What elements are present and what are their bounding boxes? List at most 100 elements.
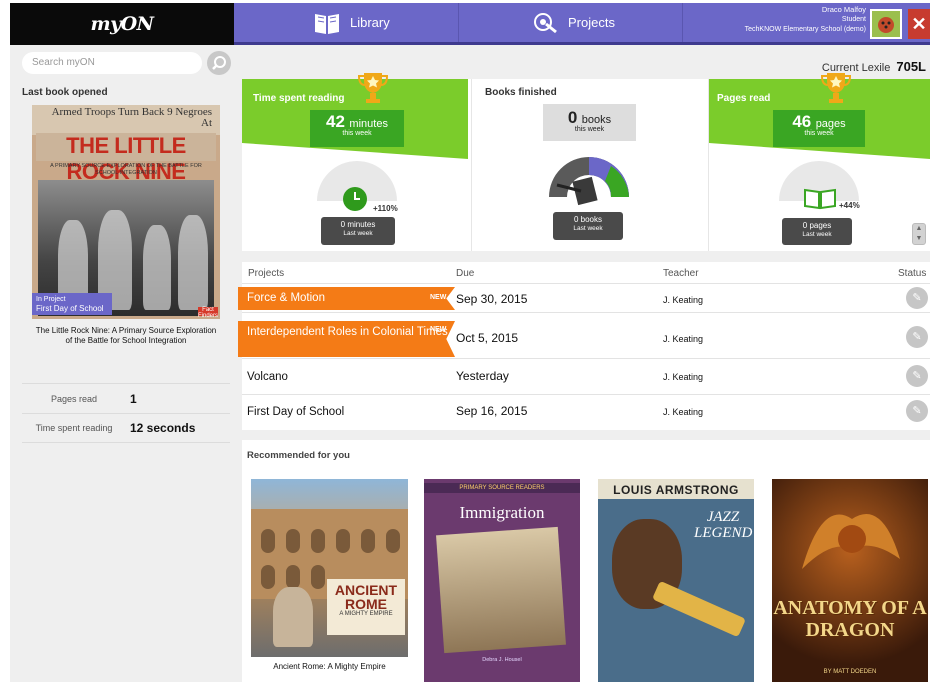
search-input[interactable]: Search myON [22, 52, 202, 74]
project-name: First Day of School [247, 406, 345, 418]
books-period: this week [574, 126, 605, 133]
books-panel-title: Books finished [485, 87, 557, 98]
cover-title: ANCIENT ROME [334, 582, 398, 612]
lexile-value: 705L [896, 59, 926, 74]
nav-tab-projects[interactable]: Projects [532, 3, 615, 42]
top-bar: myON Library Projects Draco Malfoy Stude… [0, 0, 930, 45]
projects-label: Projects [568, 15, 615, 30]
nav-divider [682, 3, 683, 42]
library-label: Library [350, 15, 390, 30]
nav-tab-library[interactable]: Library [312, 3, 390, 42]
publisher-badge: Fact Finders [198, 307, 219, 319]
project-due: Sep 16, 2015 [456, 404, 528, 418]
books-unit: books [581, 114, 612, 126]
project-teacher: J. Keating [663, 334, 704, 344]
books-gauge [549, 157, 629, 206]
scroll-handle[interactable]: ▲ ▼ [912, 223, 926, 245]
book-cover-immigration[interactable]: PRIMARY SOURCE READERS Immigration Debra… [424, 479, 580, 682]
book-cover-anatomy-dragon[interactable]: ANATOMY OF A DRAGON BY MATT DOEDEN [772, 479, 928, 682]
user-school: TechKNOW Elementary School (demo) [744, 26, 866, 33]
user-role: Student [841, 16, 866, 23]
in-project-label: In Project [36, 296, 66, 303]
trophy-icon [821, 73, 851, 103]
stat-label: Time spent reading [35, 423, 113, 433]
user-name: Draco Malfoy [821, 5, 866, 14]
last-book-heading: Last book opened [22, 87, 108, 98]
nav-divider [458, 3, 459, 42]
table-row[interactable]: Interdependent Roles in Colonial Times N… [238, 312, 930, 358]
time-last-week: 0 minutes Last week [321, 217, 395, 245]
cover-series: PRIMARY SOURCE READERS [424, 483, 580, 493]
table-row[interactable]: Volcano Yesterday J. Keating ✎ [242, 358, 930, 394]
col-projects: Projects [248, 268, 285, 279]
col-status: Status [898, 268, 927, 279]
projects-icon [532, 10, 560, 36]
stat-pages-read: Pages read 1 [22, 383, 230, 413]
cover-author: Debra J. Housel [482, 657, 522, 663]
books-last-period: Last week [573, 225, 603, 232]
pages-value: 46 [792, 112, 812, 131]
recommended-section: Recommended for you ANCIENT ROME A MIGHT… [242, 440, 930, 682]
pages-last-period: Last week [802, 231, 832, 238]
project-name: Force & Motion [238, 287, 455, 310]
col-teacher: Teacher [663, 268, 699, 279]
time-value: 42 [326, 112, 345, 131]
new-badge: NEW [430, 294, 447, 301]
pages-this-week: 46 pages this week [773, 110, 865, 147]
stat-label: Pages read [50, 393, 98, 404]
close-icon[interactable]: ✕ [908, 9, 930, 39]
cover-subtitle: A PRIMARY SOURCE EXPLORATION OF THE BATT… [50, 163, 202, 176]
in-project-name: First Day of School [36, 304, 104, 313]
cover-subtitle: JAZZ LEGEND [694, 509, 753, 541]
pencil-icon[interactable]: ✎ [906, 326, 928, 348]
cover-title: ANATOMY OF A DRAGON [773, 597, 927, 641]
book-cover-ancient-rome[interactable]: ANCIENT ROME A MIGHTY EMPIRE [251, 479, 408, 657]
cover-title: Immigration [459, 503, 545, 522]
project-due: Yesterday [456, 369, 509, 383]
time-spent-panel[interactable]: Time spent reading 42 minutes this week … [242, 73, 472, 251]
pages-panel-title: Pages read [717, 93, 771, 104]
time-last-period: Last week [343, 230, 373, 237]
time-panel-title: Time spent reading [253, 93, 345, 104]
cover-title: LOUIS ARMSTRONG [613, 483, 739, 497]
time-change: +110% [373, 204, 398, 213]
stat-value: 1 [130, 391, 137, 406]
book-cover-louis-armstrong[interactable]: LOUIS ARMSTRONG JAZZ LEGEND [598, 479, 754, 682]
books-this-week: 0 books this week [543, 104, 636, 141]
pages-period: this week [804, 130, 834, 137]
last-book-caption[interactable]: The Little Rock Nine: A Primary Source E… [32, 326, 220, 346]
myon-logo[interactable]: myON [10, 3, 234, 45]
cover-subtitle: A MIGHTY EMPIRE [339, 611, 393, 617]
search-button[interactable] [207, 51, 231, 75]
clock-icon [343, 187, 367, 211]
books-finished-panel[interactable]: Books finished 0 books this week 0 books… [472, 79, 709, 251]
book-caption[interactable]: Ancient Rome: A Mighty Empire [251, 662, 408, 671]
table-row[interactable]: First Day of School Sep 16, 2015 J. Keat… [242, 394, 930, 430]
pages-unit: pages [815, 118, 846, 130]
project-teacher: J. Keating [663, 372, 704, 382]
books-value: 0 [567, 108, 578, 127]
time-unit: minutes [349, 118, 388, 130]
avatar[interactable] [870, 9, 902, 39]
books-last-value: 0 books [573, 215, 603, 224]
books-last-week: 0 books Last week [553, 212, 623, 240]
pencil-icon[interactable]: ✎ [906, 400, 928, 422]
cover-newspaper-text: Armed Troops Turn Back 9 Negroes At [32, 105, 220, 135]
pencil-icon[interactable]: ✎ [906, 287, 928, 309]
in-project-badge[interactable]: In Project First Day of School [32, 293, 112, 315]
time-this-week: 42 minutes this week [310, 110, 404, 147]
pages-change: +44% [839, 201, 860, 210]
pages-read-panel[interactable]: Pages read 46 pages this week +44% 0 pag… [709, 73, 930, 251]
pencil-icon[interactable]: ✎ [906, 365, 928, 387]
stats-panels: Time spent reading 42 minutes this week … [242, 73, 930, 251]
table-row[interactable]: Force & Motion NEW Sep 30, 2015 J. Keati… [238, 283, 930, 312]
last-book-cover[interactable]: Armed Troops Turn Back 9 Negroes At THE … [32, 105, 220, 319]
user-info[interactable]: Draco Malfoy Student TechKNOW Elementary… [718, 5, 866, 35]
nav-bar: Library Projects Draco Malfoy Student Te… [234, 3, 930, 45]
project-due: Sep 30, 2015 [456, 292, 528, 306]
project-name: Interdependent Roles in Colonial Times [238, 321, 455, 357]
search-icon [212, 56, 226, 70]
main-content: Current Lexile 705L Time spent reading 42… [238, 45, 930, 682]
new-badge: NEW [430, 326, 447, 333]
project-due: Oct 5, 2015 [456, 331, 519, 345]
